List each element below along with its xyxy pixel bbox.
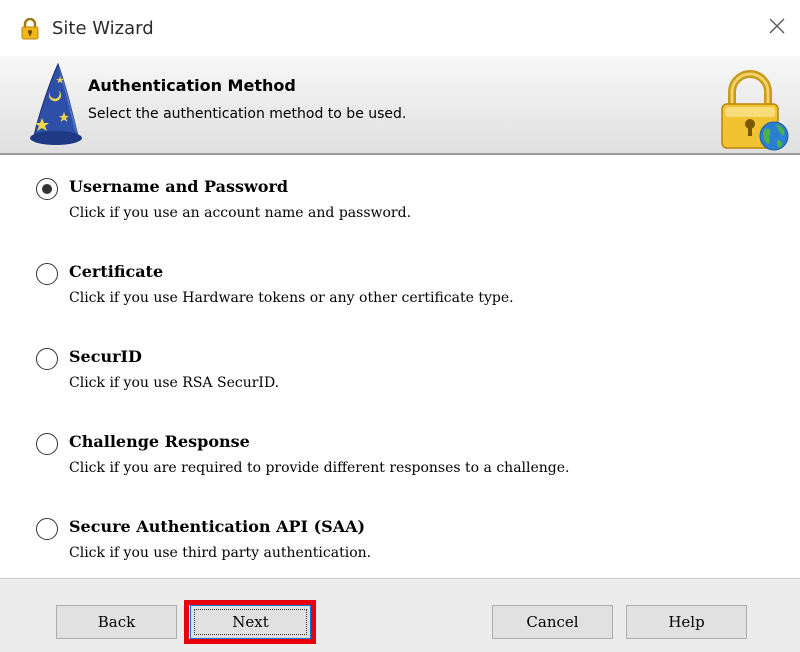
window-title: Site Wizard xyxy=(52,18,154,39)
radio-username-password[interactable] xyxy=(36,178,58,200)
title-bar: Site Wizard xyxy=(0,0,800,56)
option-username-password[interactable]: Username and Password Click if you use a… xyxy=(30,163,770,223)
help-button[interactable]: Help xyxy=(626,605,747,639)
option-description: Click if you are required to provide dif… xyxy=(69,460,570,476)
option-label[interactable]: Challenge Response xyxy=(69,432,250,451)
wizard-header: Authentication Method Select the authent… xyxy=(0,56,800,155)
radio-challenge-response[interactable] xyxy=(36,433,58,455)
option-description: Click if you use an account name and pas… xyxy=(69,205,412,221)
back-button[interactable]: Back xyxy=(56,605,177,639)
option-label[interactable]: SecurID xyxy=(69,347,142,366)
option-challenge-response[interactable]: Challenge Response Click if you are requ… xyxy=(30,418,770,478)
padlock-globe-icon xyxy=(712,68,792,152)
option-securid[interactable]: SecurID Click if you use RSA SecurID. xyxy=(30,333,770,393)
wizard-footer: Back Next Cancel Help xyxy=(0,578,800,652)
option-label[interactable]: Secure Authentication API (SAA) xyxy=(69,517,365,536)
option-saa[interactable]: Secure Authentication API (SAA) Click if… xyxy=(30,503,770,563)
option-certificate[interactable]: Certificate Click if you use Hardware to… xyxy=(30,248,770,308)
header-subtitle: Select the authentication method to be u… xyxy=(88,106,407,122)
close-icon[interactable] xyxy=(769,18,785,38)
padlock-icon xyxy=(20,17,40,40)
radio-saa[interactable] xyxy=(36,518,58,540)
close-button[interactable] xyxy=(754,0,800,56)
next-button-highlight xyxy=(184,600,316,644)
option-description: Click if you use third party authenticat… xyxy=(69,545,372,561)
option-label[interactable]: Certificate xyxy=(69,262,163,281)
option-label[interactable]: Username and Password xyxy=(69,177,288,196)
wizard-hat-icon xyxy=(28,62,84,148)
cancel-button[interactable]: Cancel xyxy=(492,605,613,639)
radio-securid[interactable] xyxy=(36,348,58,370)
option-description: Click if you use Hardware tokens or any … xyxy=(69,290,514,306)
header-title: Authentication Method xyxy=(88,76,296,95)
radio-certificate[interactable] xyxy=(36,263,58,285)
option-description: Click if you use RSA SecurID. xyxy=(69,375,280,391)
